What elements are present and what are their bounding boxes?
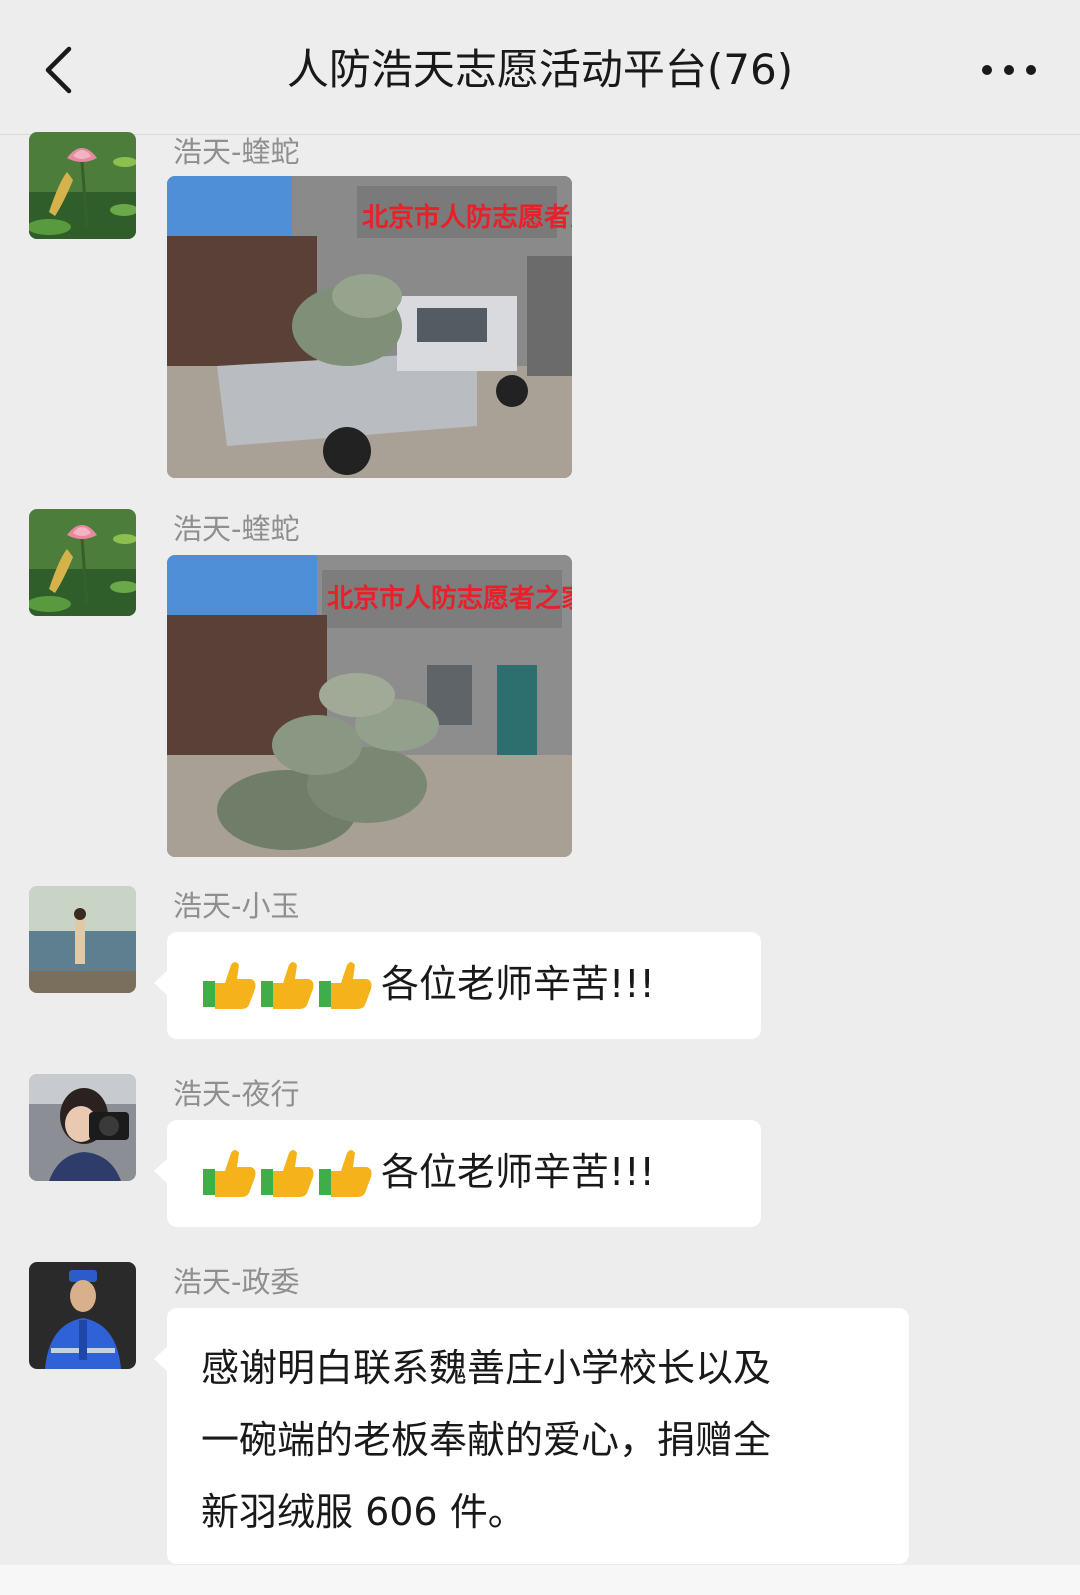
thumbs-up-icon: [203, 1150, 372, 1197]
chat-screen: 人防浩天志愿活动平台(76) 浩天-蝰蛇 北京市人防志愿者 浩天-蝰蛇 北京市人…: [0, 0, 1080, 1595]
person-by-sea-avatar[interactable]: [29, 886, 136, 993]
message-bubble[interactable]: 各位老师辛苦!!!: [154, 932, 761, 1039]
chat-title: 人防浩天志愿活动平台(76): [286, 45, 794, 94]
photographer-avatar[interactable]: [29, 1074, 136, 1181]
message-item: 浩天-夜行 各位老师辛苦!!!: [0, 1074, 1080, 1234]
lotus-flower-avatar[interactable]: [29, 132, 136, 239]
message-text: 各位老师辛苦!!!: [381, 962, 655, 1006]
message-item: 浩天-蝰蛇 北京市人防志愿者之家: [0, 509, 1080, 859]
sender-name: 浩天-政委: [173, 1265, 300, 1299]
sender-name: 浩天-蝰蛇: [173, 512, 300, 546]
thumbs-up-icon: [203, 962, 372, 1009]
message-text-line: 感谢明白联系魏善庄小学校长以及: [201, 1346, 772, 1390]
sender-name: 浩天-夜行: [173, 1077, 300, 1111]
chevron-left-icon: [45, 46, 72, 94]
message-text: 各位老师辛苦!!!: [381, 1150, 655, 1194]
more-button[interactable]: [974, 44, 1044, 96]
bags-stacked-outside-building-photo[interactable]: 北京市人防志愿者之家: [167, 555, 572, 857]
input-bar-edge: [0, 1565, 1080, 1595]
back-button[interactable]: [28, 40, 88, 100]
svg-text:北京市人防志愿者之家: 北京市人防志愿者之家: [362, 202, 572, 232]
message-text-line: 一碗端的老板奉献的爱心，捐赠全: [201, 1418, 772, 1462]
message-bubble[interactable]: 各位老师辛苦!!!: [154, 1120, 761, 1227]
message-bubble[interactable]: 感谢明白联系魏善庄小学校长以及 一碗端的老板奉献的爱心，捐赠全 新羽绒服 606…: [154, 1308, 909, 1564]
sender-name: 浩天-蝰蛇: [173, 135, 300, 169]
sender-name: 浩天-小玉: [173, 889, 300, 923]
truck-loaded-with-bags-photo[interactable]: 北京市人防志愿者之家: [167, 176, 572, 478]
svg-text:北京市人防志愿者之家: 北京市人防志愿者之家: [327, 583, 572, 613]
message-text-line: 新羽绒服 606 件。: [201, 1490, 526, 1534]
lotus-flower-avatar[interactable]: [29, 509, 136, 616]
uniformed-person-avatar[interactable]: [29, 1262, 136, 1369]
message-item: 浩天-小玉 各位老师辛苦!!!: [0, 886, 1080, 1046]
message-item: 浩天-蝰蛇 北京市人防志愿者之家: [0, 132, 1080, 482]
chat-header: 人防浩天志愿活动平台(76): [0, 0, 1080, 135]
more-dots-icon: [982, 65, 1036, 75]
message-item: 浩天-政委 感谢明白联系魏善庄小学校长以及 一碗端的老板奉献的爱心，捐赠全 新羽…: [0, 1262, 1080, 1572]
